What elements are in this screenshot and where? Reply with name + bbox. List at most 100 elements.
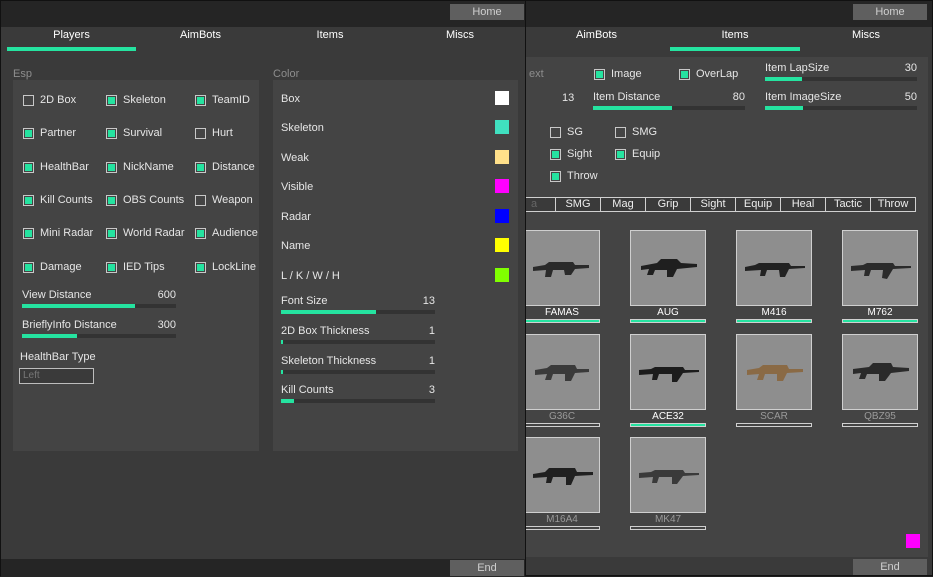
tab-label: AimBots [180,29,221,41]
item-image[interactable] [736,230,812,306]
item-image[interactable] [842,334,918,410]
slider-track[interactable] [281,340,435,344]
tab-aimbots[interactable]: AimBots [136,27,265,53]
checkbox-box[interactable] [195,95,206,106]
title-bar[interactable]: Home [524,1,932,27]
item-image[interactable] [524,437,600,513]
slider-track[interactable] [22,304,176,308]
tab-miscs[interactable]: Miscs [801,27,931,53]
checkbox-box[interactable] [550,171,561,182]
item-enabled-bar [630,526,706,530]
home-button[interactable]: Home [853,4,927,20]
item-image[interactable] [524,334,600,410]
color-swatch[interactable] [495,179,509,193]
color-swatch[interactable] [495,268,509,282]
checkbox-box[interactable] [679,69,690,80]
checkbox-box[interactable] [23,128,34,139]
checkbox-box[interactable] [106,128,117,139]
slider-skeleton-thickness[interactable]: Skeleton Thickness 1 [281,355,435,375]
checkbox-box[interactable] [106,95,117,106]
checkbox-box[interactable] [195,262,206,273]
category-tab-throw[interactable]: Throw [870,197,916,212]
color-row-box: Box [281,91,509,109]
color-swatch[interactable] [495,209,509,223]
color-swatch[interactable] [495,150,509,164]
item-image[interactable] [524,230,600,306]
checkbox-label: NickName [123,161,174,173]
checkbox-label: LockLine [212,261,257,273]
checkbox-box[interactable] [23,95,34,106]
slider-item-imagesize[interactable]: Item ImageSize 50 [765,91,917,111]
category-tab-equip[interactable]: Equip [735,197,781,212]
healthbar-type-select[interactable]: Left [19,368,94,384]
tab-items[interactable]: Items [265,27,395,53]
end-button[interactable]: End [853,559,927,575]
slider-2d-box-thickness[interactable]: 2D Box Thickness 1 [281,325,435,345]
slider-font-size[interactable]: Font Size 13 [281,295,435,315]
category-tab-mag[interactable]: Mag [600,197,646,212]
slider-track[interactable] [281,310,435,314]
checkbox-box[interactable] [615,149,626,160]
checkbox-box[interactable] [106,228,117,239]
checkbox-box[interactable] [106,262,117,273]
slider-kill-counts[interactable]: Kill Counts 3 [281,384,435,404]
slider-track[interactable] [22,334,176,338]
checkbox-box[interactable] [195,228,206,239]
slider-value: 1 [428,325,435,337]
slider-track[interactable] [765,106,917,110]
slider-track[interactable] [765,77,917,81]
tab-players[interactable]: Players [7,27,136,53]
tab-label: Miscs [445,29,475,41]
checkbox-box[interactable] [594,69,605,80]
category-label: Heal [791,198,815,210]
checkbox-box[interactable] [106,195,117,206]
color-swatch[interactable] [495,91,509,105]
slider-briefly-info-distance[interactable]: BrieflyInfo Distance 300 [22,319,176,339]
item-image[interactable] [842,230,918,306]
checkbox-box[interactable] [195,195,206,206]
checkbox-box[interactable] [550,127,561,138]
checkbox-box[interactable] [106,162,117,173]
color-swatch[interactable] [495,120,509,134]
item-image[interactable] [736,334,812,410]
item-image[interactable] [630,230,706,306]
slider-label: Skeleton Thickness [281,355,377,367]
checkbox-box[interactable] [550,149,561,160]
category-tab-smg[interactable]: SMG [555,197,601,212]
slider-item-lapsize[interactable]: Item LapSize 30 [765,62,917,82]
slider-track[interactable] [593,106,745,110]
checkbox-box[interactable] [615,127,626,138]
color-swatch[interactable] [495,238,509,252]
tab-items[interactable]: Items [670,27,800,53]
category-tab-tactic[interactable]: Tactic [825,197,871,212]
corner-color-swatch[interactable] [906,534,920,548]
checkbox-box[interactable] [23,262,34,273]
title-bar[interactable]: Home [1,1,525,27]
checkbox-box[interactable] [23,162,34,173]
color-label: Name [281,240,311,252]
tab-aimbots[interactable]: AimBots [524,27,669,53]
category-tab-grip[interactable]: Grip [645,197,691,212]
category-label: Throw [877,198,909,210]
slider-label: Kill Counts [281,384,334,396]
item-image[interactable] [630,437,706,513]
item-name: M16A4 [546,514,578,525]
item-enabled-bar [842,319,918,323]
home-button[interactable]: Home [450,4,524,20]
item-image[interactable] [630,334,706,410]
category-tab-sight[interactable]: Sight [690,197,736,212]
slider-track[interactable] [281,370,435,374]
checkbox-box[interactable] [195,128,206,139]
checkbox-box[interactable] [23,195,34,206]
checkbox-box[interactable] [23,228,34,239]
end-button[interactable]: End [450,560,524,576]
color-label: Weak [281,152,309,164]
slider-view-distance[interactable]: View Distance 600 [22,289,176,309]
items-window: Home AimBots Items Miscs ext Image OverL… [512,0,933,576]
slider-item-distance[interactable]: Item Distance 80 [593,91,745,111]
category-tab-heal[interactable]: Heal [780,197,826,212]
slider-track[interactable] [281,399,435,403]
checkbox-box[interactable] [195,162,206,173]
tab-miscs[interactable]: Miscs [395,27,525,53]
checkbox-label: IED Tips [123,261,165,273]
